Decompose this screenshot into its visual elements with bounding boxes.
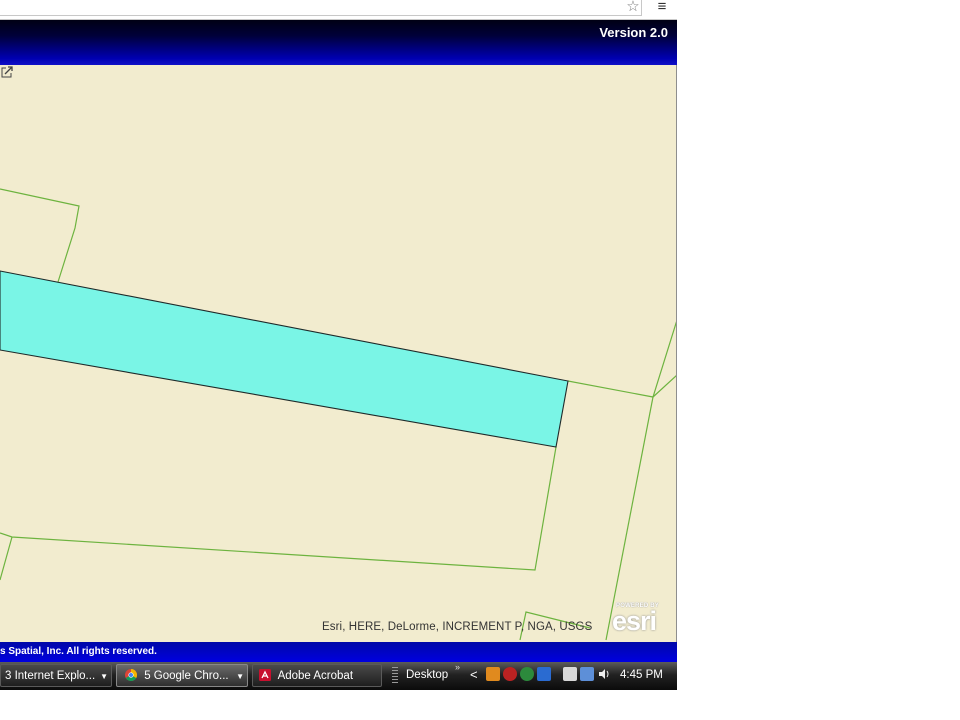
tray-update-icon[interactable]	[520, 667, 534, 681]
browser-toolbar: ☆ ≡	[0, 0, 677, 20]
app-header: Version 2.0	[0, 20, 677, 65]
esri-logo-text: esri	[612, 606, 657, 636]
parcel-boundary[interactable]	[0, 188, 80, 283]
volume-icon[interactable]	[597, 667, 611, 681]
tray-device-icon[interactable]	[563, 667, 577, 681]
acrobat-icon	[259, 669, 271, 681]
taskbar-button-label: 3 Internet Explo...	[5, 670, 96, 682]
desktop-toolbar-label[interactable]: Desktop	[406, 664, 448, 687]
taskbar-button-google-chrome[interactable]: 5 Google Chro... ▼	[116, 664, 248, 687]
tray-network-status-icon[interactable]	[537, 667, 551, 681]
network-icon[interactable]	[580, 667, 594, 681]
tray-app-icon[interactable]	[486, 667, 500, 681]
parcel-boundary[interactable]	[0, 446, 557, 571]
chrome-icon	[125, 669, 137, 681]
taskbar-clock[interactable]: 4:45 PM	[620, 664, 663, 687]
app-footer: s Spatial, Inc. All rights reserved.	[0, 642, 677, 662]
map-canvas[interactable]	[0, 65, 677, 642]
dropdown-arrow-icon[interactable]: ▼	[236, 665, 244, 686]
taskbar-button-label: 5 Google Chro...	[144, 670, 229, 682]
map-attribution: Esri, HERE, DeLorme, INCREMENT P, NGA, U…	[322, 621, 593, 633]
expand-icon[interactable]	[0, 65, 14, 79]
copyright-text: s Spatial, Inc. All rights reserved.	[0, 646, 157, 657]
taskbar-button-adobe-acrobat[interactable]: Adobe Acrobat	[252, 664, 382, 687]
taskbar-button-internet-explorer[interactable]: 3 Internet Explo... ▼	[0, 664, 112, 687]
dropdown-arrow-icon[interactable]: ▼	[100, 665, 108, 686]
screen: ☆ ≡ Version 2.0 Esri, HERE, DeLorme, INC…	[0, 0, 677, 690]
parcel-lines	[0, 188, 677, 641]
tray-security-icon[interactable]	[503, 667, 517, 681]
star-icon[interactable]: ☆	[624, 0, 642, 15]
parcel-boundary[interactable]	[0, 536, 13, 581]
hamburger-menu-icon[interactable]: ≡	[652, 0, 672, 16]
version-label: Version 2.0	[599, 25, 668, 40]
parcel-boundary[interactable]	[567, 320, 677, 398]
selected-parcel[interactable]	[0, 270, 569, 448]
esri-logo[interactable]: POWERED BY esri	[612, 603, 672, 639]
toolbar-grip[interactable]	[392, 667, 398, 684]
address-bar[interactable]	[0, 0, 642, 16]
taskbar-button-label: Adobe Acrobat	[277, 670, 354, 682]
chevron-right-icon[interactable]: »	[455, 662, 460, 672]
show-hidden-icons-arrow[interactable]: <	[470, 667, 478, 682]
map-view[interactable]: Esri, HERE, DeLorme, INCREMENT P, NGA, U…	[0, 65, 677, 642]
windows-taskbar: 3 Internet Explo... ▼ 5 Google Chro... ▼…	[0, 662, 677, 690]
